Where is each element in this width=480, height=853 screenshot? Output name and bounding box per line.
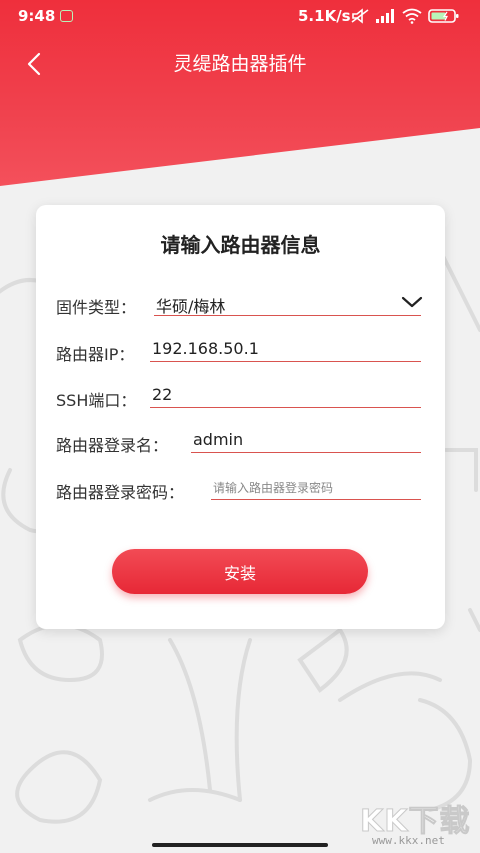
ssh-port-input[interactable]	[150, 382, 421, 408]
signal-icon	[376, 9, 394, 23]
firmware-type-label: 固件类型：	[56, 298, 137, 317]
chevron-down-icon[interactable]	[401, 295, 423, 309]
wifi-icon	[402, 8, 422, 24]
router-password-label: 路由器登录密码：	[56, 483, 185, 502]
battery-icon	[428, 9, 459, 23]
page-title: 灵缇路由器插件	[173, 53, 307, 75]
install-button[interactable]: 安装	[112, 549, 368, 594]
mute-icon	[351, 8, 369, 24]
home-indicator[interactable]	[152, 843, 328, 847]
router-username-label: 路由器登录名：	[56, 436, 169, 455]
status-bar: 9:48 5.1K/s	[0, 0, 480, 32]
router-info-card: 请输入路由器信息 固件类型： 华硕/梅林 路由器IP： SSH端口： 路由器登录…	[36, 205, 445, 629]
site-watermark: KK下载 www.kkx.net	[360, 796, 480, 851]
router-username-input[interactable]	[191, 427, 421, 453]
router-ip-label: 路由器IP：	[56, 345, 135, 364]
ssh-port-label: SSH端口：	[56, 391, 137, 410]
status-time: 9:48	[18, 7, 56, 25]
title-bar: 灵缇路由器插件	[0, 40, 480, 84]
router-password-input[interactable]	[211, 474, 421, 500]
watermark-url: www.kkx.net	[372, 834, 445, 847]
firmware-type-value: 华硕/梅林	[156, 297, 226, 316]
notification-icon	[60, 10, 73, 22]
network-speed: 5.1K/s	[298, 7, 351, 25]
router-ip-input[interactable]	[150, 336, 421, 362]
form-title: 请输入路由器信息	[160, 233, 321, 257]
